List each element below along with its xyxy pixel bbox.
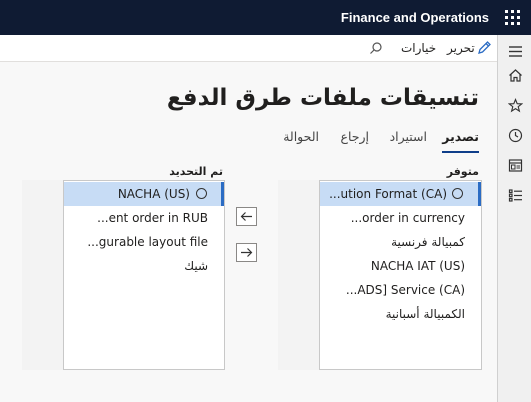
top-bar: Finance and Operations	[0, 0, 531, 35]
nav-favorites[interactable]	[498, 94, 531, 116]
navigation-pane	[497, 35, 531, 402]
radio-icon[interactable]	[452, 188, 463, 199]
nav-home[interactable]	[498, 64, 531, 86]
page-title: تنسيقات ملفات طرق الدفع	[166, 85, 479, 111]
nav-modules[interactable]	[498, 184, 531, 206]
list-item[interactable]: ...order in currency	[320, 206, 481, 230]
available-side-panel	[278, 180, 319, 370]
tab-export[interactable]: تصدير	[442, 129, 479, 153]
list-item[interactable]: كمبيالة فرنسية	[320, 230, 481, 254]
workspace-icon	[508, 158, 522, 172]
list-item[interactable]: ...ent order in RUB	[64, 206, 224, 230]
list-item[interactable]: ...gurable layout file	[64, 230, 224, 254]
clock-icon	[508, 128, 522, 142]
tab-import[interactable]: استيراد	[390, 129, 427, 151]
tab-return[interactable]: إرجاع	[340, 129, 369, 151]
star-icon	[507, 97, 523, 112]
list-item[interactable]: NACHA (US)	[64, 182, 224, 206]
tab-remittance[interactable]: الحوالة	[283, 129, 319, 151]
app-title: Finance and Operations	[340, 10, 489, 25]
selected-list[interactable]: NACHA (US) ...ent order in RUB ...gurabl…	[63, 180, 225, 370]
move-left-button[interactable]	[236, 207, 257, 226]
list-icon	[508, 188, 522, 202]
edit-button[interactable]: تحرير	[447, 35, 475, 62]
action-bar: تحرير خيارات	[0, 35, 497, 62]
app-launcher-icon[interactable]	[504, 9, 521, 26]
nav-workspaces[interactable]	[498, 154, 531, 176]
selected-label: تم التحديد	[169, 165, 223, 178]
list-item[interactable]: شيك	[64, 254, 224, 278]
available-label: متوفر	[446, 165, 479, 178]
list-item[interactable]: NACHA IAT (US)	[320, 254, 481, 278]
list-item[interactable]: ...ution Format (CA)	[320, 182, 481, 206]
search-icon[interactable]	[369, 41, 383, 55]
nav-menu[interactable]	[498, 40, 531, 62]
hamburger-icon	[508, 45, 522, 57]
arrow-right-icon	[241, 248, 253, 257]
list-item[interactable]: ...ADS] Service (CA)	[320, 278, 481, 302]
home-icon	[508, 68, 522, 82]
radio-icon[interactable]	[196, 188, 207, 199]
move-right-button[interactable]	[236, 243, 257, 262]
nav-recent[interactable]	[498, 124, 531, 146]
list-item[interactable]: الكمبيالة أسبانية	[320, 302, 481, 326]
pencil-icon	[478, 41, 491, 54]
options-button[interactable]: خيارات	[401, 35, 436, 62]
arrow-left-icon	[240, 212, 252, 221]
selected-side-panel	[22, 180, 63, 370]
available-list[interactable]: ...ution Format (CA) ...order in currenc…	[319, 180, 482, 370]
